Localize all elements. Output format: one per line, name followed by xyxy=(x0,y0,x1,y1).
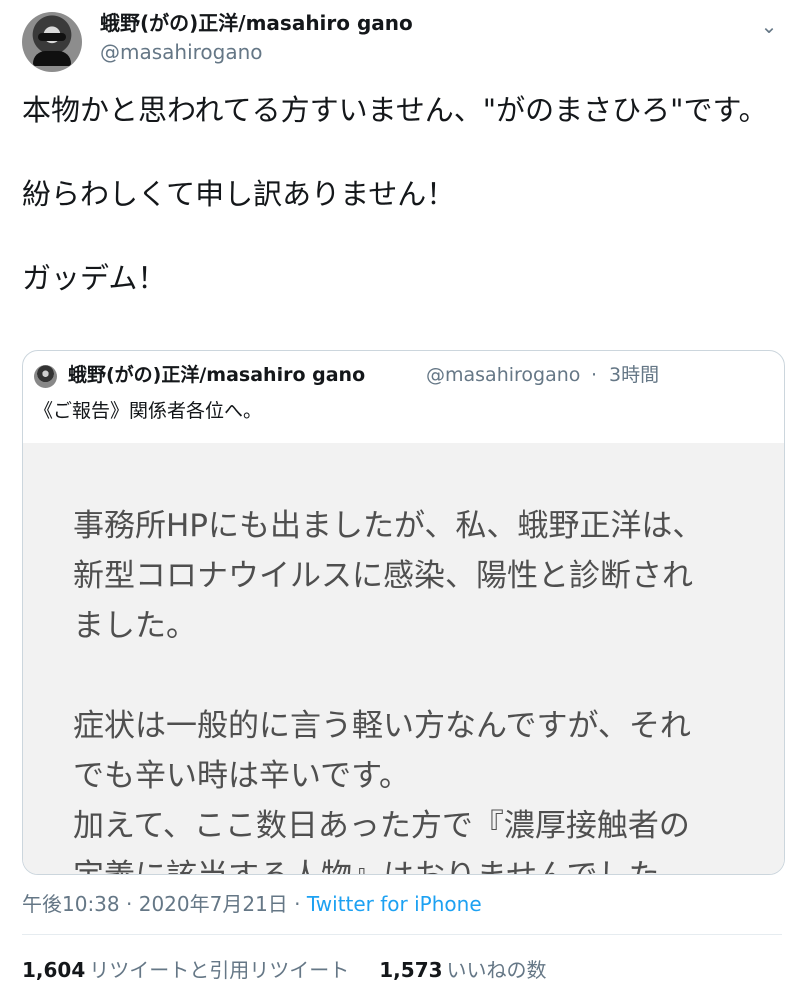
image-line-5: でも辛い時は辛いです。 xyxy=(73,758,410,794)
quoted-tweet-separator: · xyxy=(591,364,598,386)
image-line-4: 症状は一般的に言う軽い方なんですが、それ xyxy=(73,708,691,744)
retweets-count: 1,604 xyxy=(22,958,86,982)
image-line-3: ました。 xyxy=(73,608,197,644)
metadata-separator-2: · xyxy=(287,892,307,916)
quoted-tweet-header: 蛾野(がの)正洋/masahiro gano @masahirogano · 3… xyxy=(34,363,769,389)
retweets-stat[interactable]: 1,604 リツイートと引用リツイート xyxy=(22,958,349,982)
author-handle[interactable]: @masahirogano xyxy=(100,39,263,65)
tweet-metadata: 午後10:38 · 2020年7月21日 · Twitter for iPhon… xyxy=(22,891,782,917)
tweet-time: 午後10:38 xyxy=(22,892,120,916)
quoted-author-avatar xyxy=(34,365,57,388)
quoted-author-display-name: 蛾野(がの)正洋/masahiro gano xyxy=(68,364,366,386)
chevron-down-icon[interactable]: ⌄ xyxy=(756,13,782,39)
metadata-separator-1: · xyxy=(119,892,139,916)
tweet-paragraph-3: ガッデム！ xyxy=(22,261,167,295)
tweet-date: 2020年7月21日 xyxy=(138,892,288,916)
likes-label: いいねの数 xyxy=(446,958,547,982)
tweet-paragraph-1: 本物かと思われてる方すいません、"がのまさひろ"です。 xyxy=(22,93,768,127)
image-line-1: 事務所HPにも出ましたが、私、蛾野正洋は、 xyxy=(73,508,704,544)
tweet-text: 本物かと思われてる方すいません、"がのまさひろ"です。 紛らわしくて申し訳ありま… xyxy=(22,91,782,343)
author-display-name[interactable]: 蛾野(がの)正洋/masahiro gano xyxy=(100,10,413,36)
retweets-label: リツイートと引用リツイート xyxy=(89,958,350,982)
quoted-author-handle: @masahirogano xyxy=(426,364,581,386)
quoted-tweet-text: 《ご報告》関係者各位へ。 xyxy=(34,400,263,422)
tweet-paragraph-2: 紛らわしくて申し訳ありません！ xyxy=(22,177,456,211)
image-line-7: 定義に該当する人物』はおりませんでした。 xyxy=(73,851,763,874)
quoted-image-text: 事務所HPにも出ましたが、私、蛾野正洋は、 新型コロナウイルスに感染、陽性と診断… xyxy=(73,501,763,874)
tweet-header: 蛾野(がの)正洋/masahiro gano @masahirogano ⌄ xyxy=(22,8,782,76)
quoted-tweet-card[interactable]: 蛾野(がの)正洋/masahiro gano @masahirogano · 3… xyxy=(22,350,785,875)
image-line-6: 加えて、ここ数日あった方で『濃厚接触者の xyxy=(73,808,690,844)
quoted-tweet-time: 3時間 xyxy=(609,364,660,386)
tweet-stats: 1,604 リツイートと引用リツイート 1,573 いいねの数 xyxy=(22,956,782,984)
image-line-2: 新型コロナウイルスに感染、陽性と診断され xyxy=(73,558,693,594)
divider xyxy=(22,934,782,935)
likes-stat[interactable]: 1,573 いいねの数 xyxy=(379,958,546,982)
author-avatar[interactable] xyxy=(22,12,82,72)
likes-count: 1,573 xyxy=(379,958,443,982)
quoted-tweet-image[interactable]: 事務所HPにも出ましたが、私、蛾野正洋は、 新型コロナウイルスに感染、陽性と診断… xyxy=(23,443,784,874)
tweet-source-link[interactable]: Twitter for iPhone xyxy=(307,892,482,916)
